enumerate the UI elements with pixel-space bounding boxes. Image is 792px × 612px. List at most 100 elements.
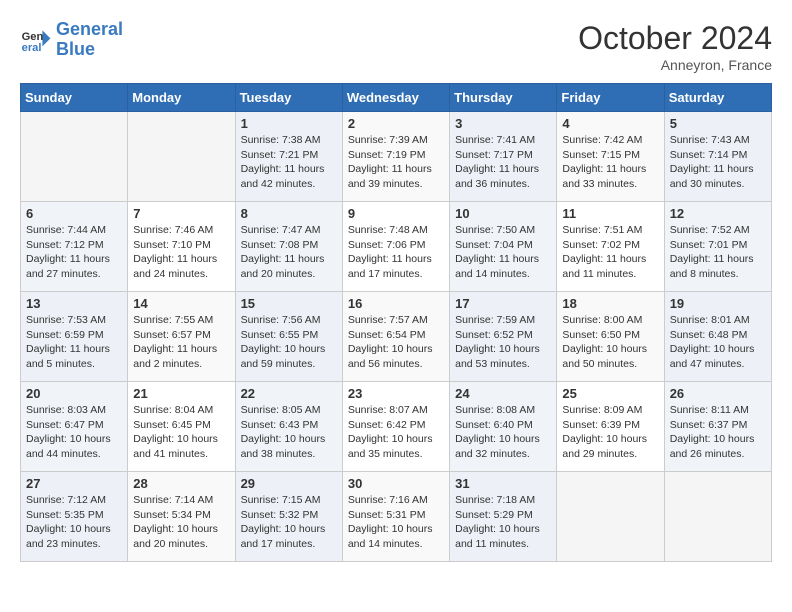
calendar-cell: 23Sunrise: 8:07 AMSunset: 6:42 PMDayligh…	[342, 382, 449, 472]
calendar-cell: 3Sunrise: 7:41 AMSunset: 7:17 PMDaylight…	[450, 112, 557, 202]
weekday-header-cell: Sunday	[21, 84, 128, 112]
weekday-header-cell: Tuesday	[235, 84, 342, 112]
calendar-cell: 17Sunrise: 7:59 AMSunset: 6:52 PMDayligh…	[450, 292, 557, 382]
day-number: 30	[348, 476, 444, 491]
calendar-cell: 10Sunrise: 7:50 AMSunset: 7:04 PMDayligh…	[450, 202, 557, 292]
day-info: Sunrise: 7:48 AMSunset: 7:06 PMDaylight:…	[348, 223, 444, 282]
day-number: 15	[241, 296, 337, 311]
month-title: October 2024	[578, 20, 772, 57]
calendar-week-row: 1Sunrise: 7:38 AMSunset: 7:21 PMDaylight…	[21, 112, 772, 202]
calendar-cell: 1Sunrise: 7:38 AMSunset: 7:21 PMDaylight…	[235, 112, 342, 202]
calendar-cell: 11Sunrise: 7:51 AMSunset: 7:02 PMDayligh…	[557, 202, 664, 292]
calendar-cell: 5 Sunrise: 7:43 AMSunset: 7:14 PMDaylight…	[664, 112, 771, 202]
calendar-week-row: 6 Sunrise: 7:44 AMSunset: 7:12 PMDaylight…	[21, 202, 772, 292]
svg-text:eral: eral	[22, 42, 42, 54]
calendar-cell: 30 Sunrise: 7:16 AMSunset: 5:31 PMDayligh…	[342, 472, 449, 562]
day-number: 8	[241, 206, 337, 221]
weekday-header-cell: Wednesday	[342, 84, 449, 112]
calendar-cell	[557, 472, 664, 562]
day-info: Sunrise: 8:08 AMSunset: 6:40 PMDaylight:…	[455, 403, 551, 462]
day-number: 4	[562, 116, 658, 131]
day-info: Sunrise: 7:55 AMSunset: 6:57 PMDaylight:…	[133, 313, 229, 372]
weekday-header-cell: Saturday	[664, 84, 771, 112]
calendar-table: SundayMondayTuesdayWednesdayThursdayFrid…	[20, 83, 772, 562]
calendar-cell: 22 Sunrise: 8:05 AMSunset: 6:43 PMDayligh…	[235, 382, 342, 472]
calendar-cell: 18Sunrise: 8:00 AMSunset: 6:50 PMDayligh…	[557, 292, 664, 382]
day-info: Sunrise: 7:12 AMSunset: 5:35 PMDaylight:…	[26, 493, 122, 552]
day-number: 24	[455, 386, 551, 401]
day-number: 7	[133, 206, 229, 221]
day-info: Sunrise: 7:46 AMSunset: 7:10 PMDaylight:…	[133, 223, 229, 282]
location-subtitle: Anneyron, France	[578, 57, 772, 73]
day-info: Sunrise: 7:38 AMSunset: 7:21 PMDaylight:…	[241, 133, 337, 192]
weekday-header-cell: Thursday	[450, 84, 557, 112]
calendar-cell: 31 Sunrise: 7:18 AMSunset: 5:29 PMDayligh…	[450, 472, 557, 562]
calendar-cell: 29Sunrise: 7:15 AMSunset: 5:32 PMDayligh…	[235, 472, 342, 562]
day-number: 28	[133, 476, 229, 491]
calendar-cell: 21 Sunrise: 8:04 AMSunset: 6:45 PMDayligh…	[128, 382, 235, 472]
day-info: Sunrise: 8:05 AMSunset: 6:43 PMDaylight:…	[241, 403, 337, 462]
calendar-cell: 12Sunrise: 7:52 AMSunset: 7:01 PMDayligh…	[664, 202, 771, 292]
day-number: 25	[562, 386, 658, 401]
day-number: 5	[670, 116, 766, 131]
calendar-cell	[664, 472, 771, 562]
day-info: Sunrise: 7:59 AMSunset: 6:52 PMDaylight:…	[455, 313, 551, 372]
day-info: Sunrise: 8:03 AMSunset: 6:47 PMDaylight:…	[26, 403, 122, 462]
calendar-cell: 4 Sunrise: 7:42 AMSunset: 7:15 PMDaylight…	[557, 112, 664, 202]
day-info: Sunrise: 7:56 AMSunset: 6:55 PMDaylight:…	[241, 313, 337, 372]
weekday-header-row: SundayMondayTuesdayWednesdayThursdayFrid…	[21, 84, 772, 112]
logo-text: GeneralBlue	[56, 20, 123, 60]
calendar-cell: 8 Sunrise: 7:47 AMSunset: 7:08 PMDaylight…	[235, 202, 342, 292]
day-info: Sunrise: 7:44 AMSunset: 7:12 PMDaylight:…	[26, 223, 122, 282]
day-info: Sunrise: 7:57 AMSunset: 6:54 PMDaylight:…	[348, 313, 444, 372]
day-info: Sunrise: 7:51 AMSunset: 7:02 PMDaylight:…	[562, 223, 658, 282]
day-number: 6	[26, 206, 122, 221]
day-info: Sunrise: 7:47 AMSunset: 7:08 PMDaylight:…	[241, 223, 337, 282]
page-header: Gen eral GeneralBlue October 2024 Anneyr…	[20, 20, 772, 73]
calendar-cell: 24 Sunrise: 8:08 AMSunset: 6:40 PMDayligh…	[450, 382, 557, 472]
title-block: October 2024 Anneyron, France	[578, 20, 772, 73]
calendar-cell: 15 Sunrise: 7:56 AMSunset: 6:55 PMDayligh…	[235, 292, 342, 382]
day-info: Sunrise: 7:18 AMSunset: 5:29 PMDaylight:…	[455, 493, 551, 552]
day-number: 21	[133, 386, 229, 401]
calendar-cell: 19Sunrise: 8:01 AMSunset: 6:48 PMDayligh…	[664, 292, 771, 382]
calendar-cell: 2Sunrise: 7:39 AMSunset: 7:19 PMDaylight…	[342, 112, 449, 202]
day-number: 9	[348, 206, 444, 221]
day-number: 16	[348, 296, 444, 311]
day-info: Sunrise: 7:50 AMSunset: 7:04 PMDaylight:…	[455, 223, 551, 282]
calendar-cell: 9 Sunrise: 7:48 AMSunset: 7:06 PMDaylight…	[342, 202, 449, 292]
day-number: 22	[241, 386, 337, 401]
day-info: Sunrise: 8:07 AMSunset: 6:42 PMDaylight:…	[348, 403, 444, 462]
day-number: 13	[26, 296, 122, 311]
calendar-cell: 7 Sunrise: 7:46 AMSunset: 7:10 PMDaylight…	[128, 202, 235, 292]
calendar-cell: 14Sunrise: 7:55 AMSunset: 6:57 PMDayligh…	[128, 292, 235, 382]
calendar-body: 1Sunrise: 7:38 AMSunset: 7:21 PMDaylight…	[21, 112, 772, 562]
day-info: Sunrise: 8:00 AMSunset: 6:50 PMDaylight:…	[562, 313, 658, 372]
day-info: Sunrise: 7:39 AMSunset: 7:19 PMDaylight:…	[348, 133, 444, 192]
day-info: Sunrise: 8:09 AMSunset: 6:39 PMDaylight:…	[562, 403, 658, 462]
logo: Gen eral GeneralBlue	[20, 20, 123, 60]
calendar-cell	[21, 112, 128, 202]
calendar-cell	[128, 112, 235, 202]
weekday-header-cell: Monday	[128, 84, 235, 112]
calendar-week-row: 13 Sunrise: 7:53 AMSunset: 6:59 PMDayligh…	[21, 292, 772, 382]
calendar-cell: 20Sunrise: 8:03 AMSunset: 6:47 PMDayligh…	[21, 382, 128, 472]
day-info: Sunrise: 7:42 AMSunset: 7:15 PMDaylight:…	[562, 133, 658, 192]
day-info: Sunrise: 8:04 AMSunset: 6:45 PMDaylight:…	[133, 403, 229, 462]
day-info: Sunrise: 7:43 AMSunset: 7:14 PMDaylight:…	[670, 133, 766, 192]
calendar-cell: 26 Sunrise: 8:11 AMSunset: 6:37 PMDayligh…	[664, 382, 771, 472]
day-info: Sunrise: 7:52 AMSunset: 7:01 PMDaylight:…	[670, 223, 766, 282]
day-number: 19	[670, 296, 766, 311]
svg-text:Gen: Gen	[22, 31, 44, 43]
calendar-week-row: 20Sunrise: 8:03 AMSunset: 6:47 PMDayligh…	[21, 382, 772, 472]
calendar-cell: 6 Sunrise: 7:44 AMSunset: 7:12 PMDaylight…	[21, 202, 128, 292]
logo-icon: Gen eral	[20, 24, 52, 56]
day-info: Sunrise: 7:15 AMSunset: 5:32 PMDaylight:…	[241, 493, 337, 552]
day-info: Sunrise: 7:41 AMSunset: 7:17 PMDaylight:…	[455, 133, 551, 192]
day-number: 26	[670, 386, 766, 401]
calendar-cell: 16 Sunrise: 7:57 AMSunset: 6:54 PMDayligh…	[342, 292, 449, 382]
day-info: Sunrise: 7:16 AMSunset: 5:31 PMDaylight:…	[348, 493, 444, 552]
day-number: 31	[455, 476, 551, 491]
day-info: Sunrise: 7:53 AMSunset: 6:59 PMDaylight:…	[26, 313, 122, 372]
day-info: Sunrise: 8:11 AMSunset: 6:37 PMDaylight:…	[670, 403, 766, 462]
